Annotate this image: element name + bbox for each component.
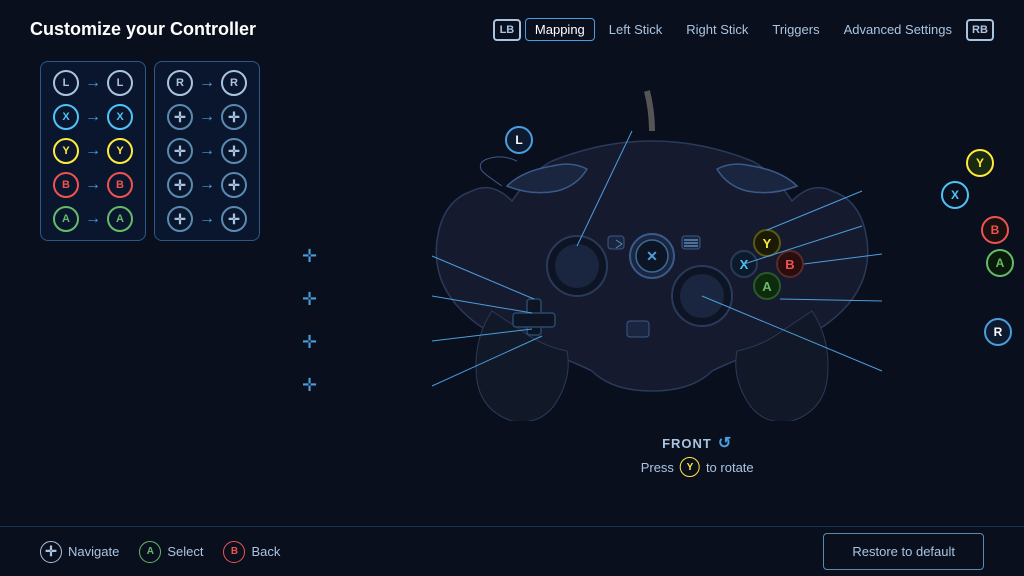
svg-text:X: X [740,257,749,272]
arrow-icon: → [199,74,215,92]
table-row[interactable]: ✛ → ✛ [163,102,251,132]
ctrl-label-a: A [986,249,1014,277]
ctrl-label-r: R [984,318,1012,346]
back-label: Back [251,544,280,559]
bottom-bar: ✛ Navigate A Select B Back Restore to de… [0,526,1024,576]
to-btn-r: R [221,70,247,96]
select-label: Select [167,544,203,559]
table-row[interactable]: L → L [49,68,137,98]
ctrl-label-x: X [941,181,969,209]
to-btn-y: Y [107,138,133,164]
from-btn-x: X [53,104,79,130]
dpad-icon-1: ✛ [302,246,317,267]
svg-text:✕: ✕ [646,248,658,264]
svg-text:Y: Y [763,236,772,251]
left-mapping-column: L → L X → X Y → Y B → B A → A [40,61,146,241]
table-row[interactable]: R → R [163,68,251,98]
ctrl-label-l: L [505,126,533,154]
a-select-icon: A [139,541,161,563]
press-rotate-hint: Press Y to rotate [641,457,754,477]
rotate-text: to rotate [706,460,754,475]
rotate-icon: ↺ [718,433,732,453]
from-btn-dpad3: ✛ [167,172,193,198]
to-btn-dpad1: ✛ [221,104,247,130]
dpad-icon-2: ✛ [302,289,317,310]
table-row[interactable]: B → B [49,170,137,200]
arrow-icon: → [85,176,101,194]
arrow-icon: → [199,176,215,194]
left-dpad-indicators: ✛ ✛ ✛ ✛ [302,246,317,396]
table-row[interactable]: X → X [49,102,137,132]
front-text: FRONT [662,436,712,451]
from-btn-dpad4: ✛ [167,206,193,232]
from-btn-l: L [53,70,79,96]
svg-text:B: B [785,257,794,272]
to-btn-dpad4: ✛ [221,206,247,232]
header: Customize your Controller LB Mapping Lef… [0,0,1024,51]
arrow-icon: → [85,210,101,228]
from-btn-y: Y [53,138,79,164]
svg-text:A: A [762,279,772,294]
table-row[interactable]: A → A [49,204,137,234]
restore-default-button[interactable]: Restore to default [823,533,984,570]
tab-right-stick[interactable]: Right Stick [676,18,758,41]
table-row[interactable]: ✛ → ✛ [163,204,251,234]
arrow-icon: → [85,74,101,92]
lb-badge: LB [493,19,521,41]
hint-navigate: ✛ Navigate [40,541,119,563]
table-row[interactable]: ✛ → ✛ [163,136,251,166]
tab-left-stick[interactable]: Left Stick [599,18,672,41]
b-back-icon: B [223,541,245,563]
navigate-label: Navigate [68,544,119,559]
hint-select: A Select [139,541,203,563]
from-btn-b: B [53,172,79,198]
dpad-icon-3: ✛ [302,332,317,353]
front-label: FRONT ↺ [662,433,732,453]
arrow-icon: → [199,210,215,228]
arrow-icon: → [85,108,101,126]
page-title: Customize your Controller [30,19,256,40]
to-btn-x: X [107,104,133,130]
arrow-icon: → [85,142,101,160]
bottom-hints: ✛ Navigate A Select B Back [40,541,280,563]
tab-triggers[interactable]: Triggers [762,18,829,41]
controller-area: ✕ A B X [280,51,1024,517]
to-btn-b: B [107,172,133,198]
to-btn-a: A [107,206,133,232]
table-row[interactable]: ✛ → ✛ [163,170,251,200]
from-btn-r: R [167,70,193,96]
from-btn-dpad1: ✛ [167,104,193,130]
from-btn-dpad2: ✛ [167,138,193,164]
tab-mapping[interactable]: Mapping [525,18,595,41]
ctrl-label-b: B [981,216,1009,244]
dpad-navigate-icon: ✛ [40,541,62,563]
to-btn-l: L [107,70,133,96]
nav-tabs: LB Mapping Left Stick Right Stick Trigge… [493,18,994,41]
rb-badge: RB [966,19,994,41]
dpad-icon-4: ✛ [302,375,317,396]
table-row[interactable]: Y → Y [49,136,137,166]
hint-back: B Back [223,541,280,563]
to-btn-dpad2: ✛ [221,138,247,164]
from-btn-a: A [53,206,79,232]
main-content: L → L X → X Y → Y B → B A → A [0,51,1024,517]
y-button-inline: Y [680,457,700,477]
right-mapping-column: R → R ✛ → ✛ ✛ → ✛ ✛ → ✛ ✛ → ✛ [154,61,260,241]
front-area: FRONT ↺ Press Y to rotate [641,433,754,477]
mapping-panel: L → L X → X Y → Y B → B A → A [0,51,280,517]
controller-svg: ✕ A B X [412,81,892,421]
arrow-icon: → [199,108,215,126]
to-btn-dpad3: ✛ [221,172,247,198]
ctrl-label-y: Y [966,149,994,177]
tab-advanced-settings[interactable]: Advanced Settings [834,18,962,41]
press-text: Press [641,460,674,475]
arrow-icon: → [199,142,215,160]
